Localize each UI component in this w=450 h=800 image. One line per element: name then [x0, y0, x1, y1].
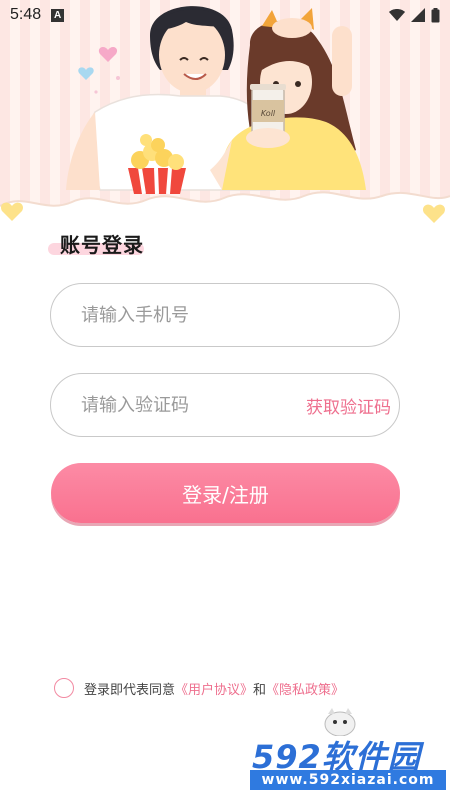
- privacy-policy-link[interactable]: 《隐私政策》: [266, 679, 344, 698]
- get-code-button[interactable]: 获取验证码: [306, 393, 391, 418]
- notification-icon: A: [51, 8, 65, 22]
- battery-icon: [431, 7, 440, 22]
- login-register-button[interactable]: 登录/注册: [51, 463, 400, 523]
- agreement-prefix: 登录即代表同意: [84, 682, 176, 698]
- heart-blue-icon: [78, 67, 94, 80]
- heart-pink-icon: [98, 47, 118, 62]
- watermark: 592软件园 www.592xiazai.com: [248, 730, 446, 792]
- watermark-url: www.592xiazai.com: [250, 770, 446, 790]
- signal-icon: [411, 8, 425, 22]
- code-field[interactable]: 获取验证码: [50, 373, 400, 437]
- page-title: 账号登录: [60, 233, 144, 257]
- phone-field[interactable]: [50, 283, 400, 347]
- agreement-row: 登录即代表同意 《用户协议》 和 《隐私政策》: [54, 678, 344, 698]
- status-time: 5:48: [10, 6, 42, 23]
- agreement-checkbox[interactable]: [54, 678, 74, 698]
- verification-code-input[interactable]: [81, 394, 306, 416]
- status-bar: 5:48 A: [0, 0, 450, 30]
- couple-illustration: Koll: [0, 6, 450, 225]
- wifi-icon: [389, 8, 405, 21]
- status-icons: [389, 7, 440, 23]
- cup-label: Koll: [261, 109, 276, 118]
- phone-input[interactable]: [81, 304, 371, 326]
- user-agreement-link[interactable]: 《用户协议》: [175, 679, 253, 698]
- hero-banner: Koll 5:48 A: [0, 0, 450, 225]
- agreement-conjunction: 和: [253, 682, 267, 698]
- login-title-wrap: 账号登录: [48, 229, 144, 259]
